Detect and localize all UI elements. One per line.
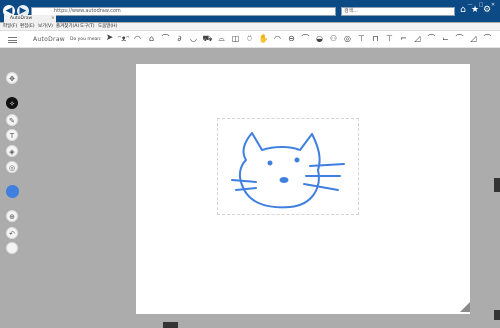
canvas-resize-handle[interactable] [460, 302, 470, 312]
horizontal-scrollbar[interactable] [163, 322, 178, 328]
cat-drawing [231, 132, 345, 209]
vertical-scrollbar-lower[interactable] [494, 310, 500, 320]
vertical-scrollbar[interactable] [494, 178, 500, 192]
